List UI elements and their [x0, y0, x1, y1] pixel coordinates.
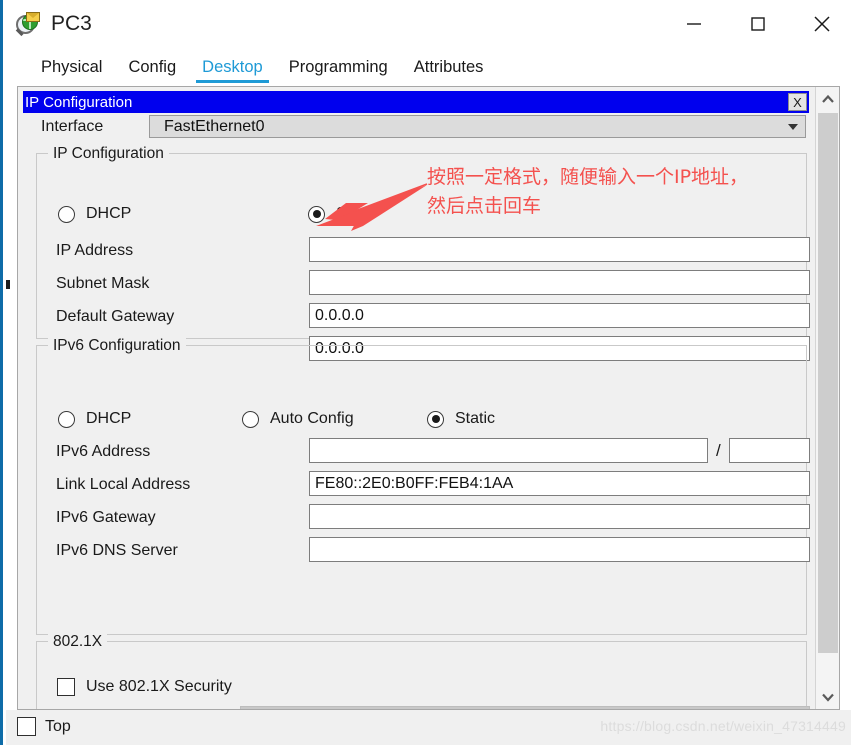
ip-address-label: IP Address — [56, 242, 134, 259]
minimize-icon — [687, 23, 701, 25]
interface-value: FastEthernet0 — [164, 117, 265, 135]
ipv6-static-radio[interactable]: Static — [427, 410, 495, 428]
window-edge-marker — [6, 280, 10, 289]
radio-dot-icon — [58, 410, 75, 428]
checkbox-box-icon — [17, 717, 36, 736]
default-gateway-value: 0.0.0.0 — [315, 306, 364, 324]
link-local-address-input[interactable]: FE80::2E0:B0FF:FEB4:1AA — [309, 471, 810, 496]
ipv6-dhcp-label: DHCP — [86, 410, 132, 427]
interface-row: Interface FastEthernet0 — [23, 115, 809, 141]
window-title: PC3 — [51, 12, 92, 35]
tab-desktop[interactable]: Desktop — [189, 58, 276, 85]
ipv6-prefix-input[interactable] — [729, 438, 810, 463]
chevron-up-icon — [821, 94, 834, 103]
ipv6-address-input[interactable] — [309, 438, 708, 463]
radio-dot-icon — [242, 410, 259, 428]
ipv4-static-radio[interactable]: Static — [308, 205, 376, 223]
ipv6-dns-server-label: IPv6 DNS Server — [56, 542, 178, 559]
pc-device-window: PC3 Physical Config Desktop Programming … — [0, 0, 851, 745]
radio-dot-icon — [308, 205, 325, 223]
chevron-down-icon — [821, 693, 834, 702]
minimize-button[interactable] — [662, 0, 726, 48]
tab-physical[interactable]: Physical — [28, 58, 115, 85]
scroll-up-button[interactable] — [816, 87, 839, 111]
ipv6-dhcp-radio[interactable]: DHCP — [58, 410, 131, 428]
use-8021x-security-checkbox[interactable]: Use 802.1X Security — [57, 678, 232, 696]
ipv4-static-label: Static — [336, 205, 377, 222]
tab-strip: Physical Config Desktop Programming Attr… — [6, 48, 851, 85]
top-checkbox[interactable]: Top — [17, 717, 71, 736]
close-button[interactable] — [790, 0, 851, 48]
bottom-bar: Top https://blog.csdn.net/weixin_4731444… — [6, 710, 851, 745]
interface-dropdown[interactable]: FastEthernet0 — [149, 115, 806, 138]
ipv6-prefix-separator: / — [716, 441, 721, 460]
ipv6-address-label: IPv6 Address — [56, 443, 151, 460]
radio-dot-icon — [58, 205, 75, 223]
top-checkbox-label: Top — [45, 717, 71, 735]
security-group-title: 802.1X — [48, 633, 108, 651]
caption-buttons — [662, 0, 851, 48]
ipv4-dhcp-label: DHCP — [86, 205, 132, 222]
maximize-icon — [751, 17, 765, 31]
radio-dot-icon — [427, 410, 444, 428]
ip-address-input[interactable] — [309, 237, 810, 262]
maximize-button[interactable] — [726, 0, 790, 48]
use-8021x-security-label: Use 802.1X Security — [86, 678, 232, 695]
ipv6-dns-server-input[interactable] — [309, 537, 810, 562]
interface-label: Interface — [41, 118, 104, 135]
app-icon — [15, 11, 41, 37]
security-8021x-group: 802.1X — [36, 633, 807, 709]
ipv6-group-title: IPv6 Configuration — [48, 337, 186, 355]
ipv6-gateway-input[interactable] — [309, 504, 810, 529]
tab-attributes[interactable]: Attributes — [401, 58, 497, 85]
tab-programming[interactable]: Programming — [276, 58, 401, 85]
subnet-mask-input[interactable] — [309, 270, 810, 295]
link-local-address-value: FE80::2E0:B0FF:FEB4:1AA — [315, 474, 514, 492]
tab-config[interactable]: Config — [115, 58, 189, 85]
desktop-content-frame: IP Configuration X Interface FastEtherne… — [17, 86, 840, 710]
ipv6-gateway-label: IPv6 Gateway — [56, 509, 156, 526]
chevron-down-icon — [788, 123, 798, 130]
panel-title-bar: IP Configuration X — [23, 91, 809, 113]
panel-title: IP Configuration — [25, 93, 133, 111]
close-icon — [814, 16, 830, 32]
authentication-dropdown[interactable]: MD5 — [240, 706, 810, 709]
default-gateway-input[interactable]: 0.0.0.0 — [309, 303, 810, 328]
ipv6-static-label: Static — [455, 410, 496, 427]
vertical-scrollbar[interactable] — [815, 87, 839, 709]
scroll-down-button[interactable] — [816, 685, 839, 709]
default-gateway-label: Default Gateway — [56, 308, 175, 325]
panel-close-button[interactable]: X — [788, 93, 807, 111]
ipv4-dhcp-radio[interactable]: DHCP — [58, 205, 131, 223]
subnet-mask-label: Subnet Mask — [56, 275, 150, 292]
checkbox-box-icon — [57, 678, 75, 696]
link-local-address-label: Link Local Address — [56, 476, 191, 493]
ipv6-autoconfig-label: Auto Config — [270, 410, 354, 427]
ipv6-autoconfig-radio[interactable]: Auto Config — [242, 410, 354, 428]
ip-configuration-panel: IP Configuration X Interface FastEtherne… — [18, 87, 815, 709]
ipv4-group-title: IP Configuration — [48, 145, 169, 163]
title-bar: PC3 — [6, 0, 851, 48]
watermark-text: https://blog.csdn.net/weixin_47314449 — [600, 718, 846, 734]
scrollbar-thumb[interactable] — [818, 113, 838, 653]
